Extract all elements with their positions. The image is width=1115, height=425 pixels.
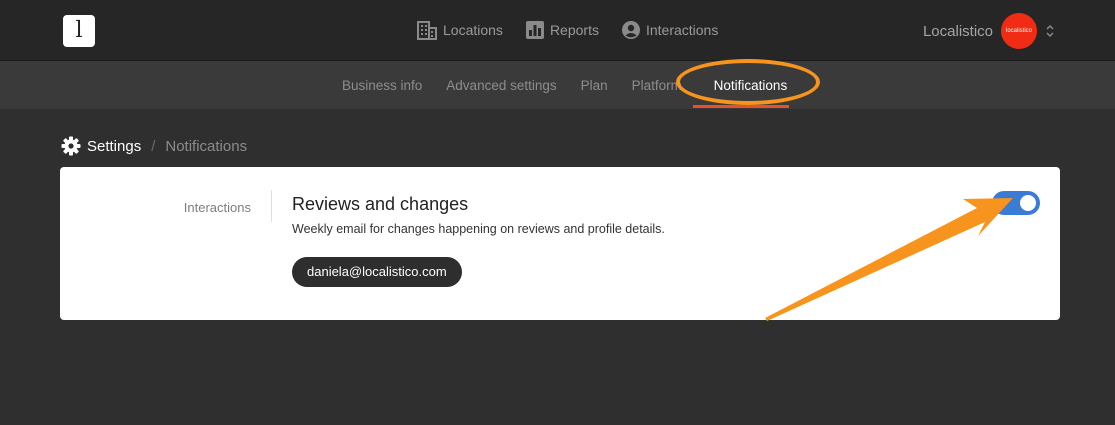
annotation-highlight-ellipse <box>676 59 820 105</box>
section-divider <box>271 190 272 222</box>
breadcrumb-current-page: Notifications <box>165 137 248 155</box>
subnav-platforms[interactable]: Platforms <box>632 78 682 93</box>
subnav-business-info[interactable]: Business info <box>342 78 422 93</box>
nav-item-locations[interactable]: Locations <box>416 19 503 41</box>
nav-item-interactions[interactable]: Interactions <box>621 19 718 41</box>
account-avatar: localistico <box>1001 13 1037 49</box>
breadcrumb: Settings / Notifications <box>61 136 247 156</box>
main-nav: Locations Reports Interactions <box>416 19 718 41</box>
notification-description: Weekly email for changes happening on re… <box>292 222 665 236</box>
app-logo[interactable]: l <box>63 15 95 47</box>
breadcrumb-separator: / <box>151 137 156 155</box>
user-icon <box>621 21 640 39</box>
settings-subnav-bar: Business info Advanced settings Plan Pla… <box>0 61 1115 109</box>
recipient-email-chip[interactable]: daniela@localistico.com <box>292 257 462 287</box>
account-switcher[interactable]: Localistico localistico <box>923 13 1055 49</box>
notification-title: Reviews and changes <box>292 194 469 214</box>
nav-item-label: Locations <box>443 22 503 38</box>
gear-icon <box>61 136 81 156</box>
building-icon <box>417 21 437 40</box>
active-tab-indicator <box>693 105 789 108</box>
bar-chart-icon <box>525 21 544 39</box>
account-name: Localistico <box>922 22 993 40</box>
notification-toggle[interactable] <box>992 191 1040 215</box>
account-avatar-text: localistico <box>1005 28 1032 34</box>
nav-item-label: Interactions <box>645 22 719 38</box>
subnav-plan[interactable]: Plan <box>581 78 608 93</box>
chevron-up-down-icon[interactable] <box>1045 22 1055 40</box>
breadcrumb-settings[interactable]: Settings <box>87 138 141 155</box>
nav-item-label: Reports <box>549 22 599 38</box>
subnav-advanced-settings[interactable]: Advanced settings <box>446 78 556 93</box>
section-label: Interactions <box>183 200 251 215</box>
nav-item-reports[interactable]: Reports <box>525 19 599 41</box>
notification-settings-card: Interactions Reviews and changes Weekly … <box>60 167 1060 320</box>
toggle-knob <box>1020 195 1036 211</box>
top-bar: l Locations Reports Interactions Localis… <box>0 0 1115 61</box>
